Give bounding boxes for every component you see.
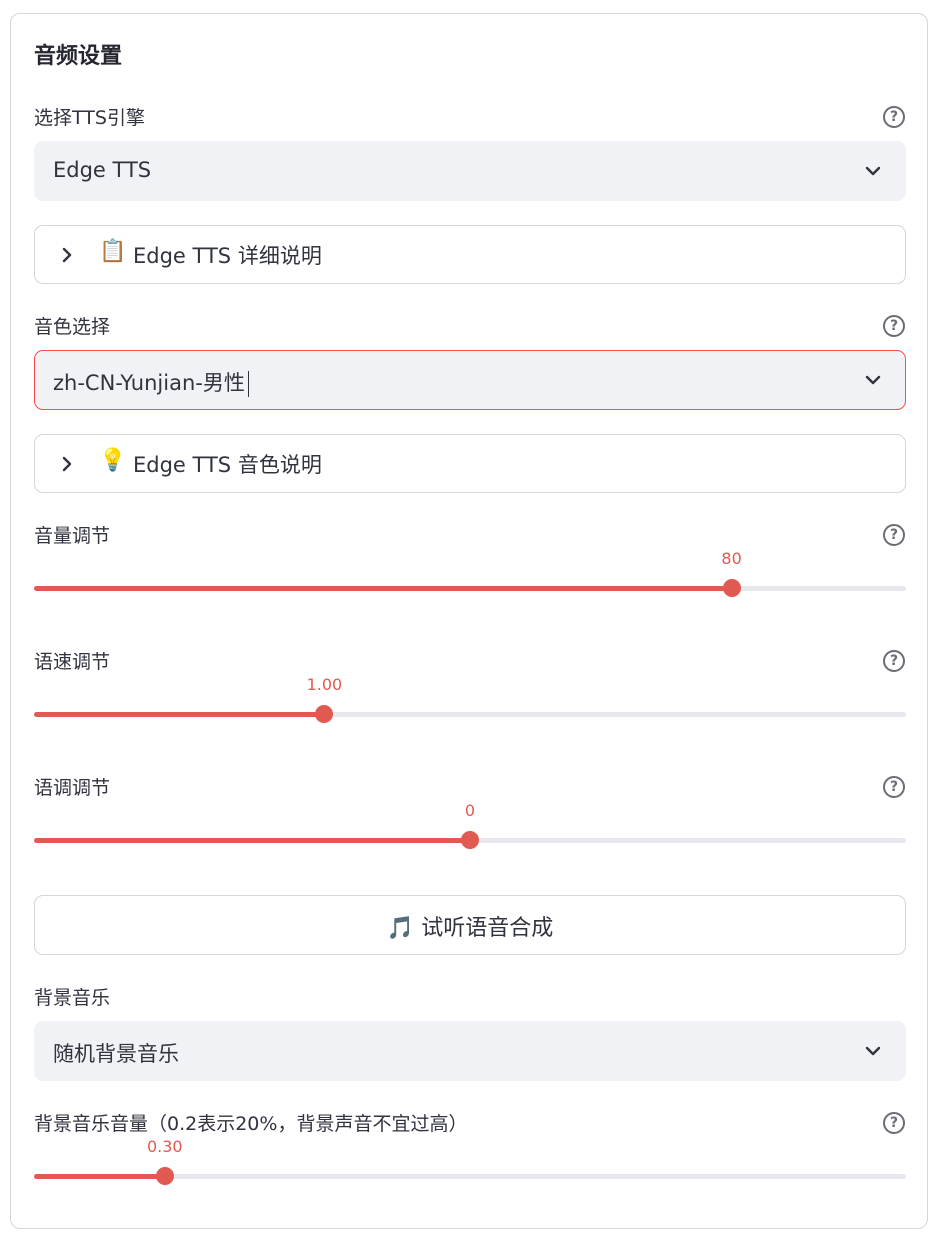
bgm-volume-value: 0.30 xyxy=(146,1137,183,1156)
tts-engine-select[interactable]: Edge TTS xyxy=(34,141,906,201)
volume-slider-thumb[interactable] xyxy=(722,579,741,597)
bgm-volume-label: 背景音乐音量（0.2表示20%，背景声音不宜过高） xyxy=(34,1113,468,1135)
chevron-right-icon xyxy=(62,247,72,263)
chevron-down-icon xyxy=(865,1046,881,1056)
pitch-slider[interactable]: 0 xyxy=(34,801,906,849)
pitch-label: 语调调节 xyxy=(34,777,111,799)
pitch-value: 0 xyxy=(464,801,476,820)
pitch-help-icon[interactable]: ? xyxy=(883,776,905,798)
chevron-down-icon xyxy=(865,166,881,176)
preview-tts-button[interactable]: 🎵 试听语音合成 xyxy=(34,895,906,955)
bgm-volume-slider[interactable]: 0.30 xyxy=(34,1137,906,1185)
text-caret xyxy=(247,371,249,397)
preview-tts-button-label: 试听语音合成 xyxy=(421,916,554,941)
tts-engine-value: Edge TTS xyxy=(53,158,152,182)
speed-help-icon[interactable]: ? xyxy=(883,650,905,672)
speed-label: 语速调节 xyxy=(34,651,111,673)
volume-slider-fill xyxy=(34,586,732,591)
tts-engine-label: 选择TTS引擎 xyxy=(34,107,145,129)
section-title: 音频设置 xyxy=(34,44,123,69)
bgm-volume-slider-fill xyxy=(34,1174,165,1179)
preview-tts-button-content: 🎵 试听语音合成 xyxy=(35,910,905,942)
chevron-down-icon xyxy=(865,375,881,385)
bgm-value: 随机背景音乐 xyxy=(53,1042,179,1066)
bgm-label: 背景音乐 xyxy=(34,987,111,1009)
bgm-volume-help-icon[interactable]: ? xyxy=(883,1112,905,1134)
voice-value: zh-CN-Yunjian-男性 xyxy=(53,371,245,395)
edge-tts-voice-expander[interactable]: 💡 Edge TTS 音色说明 xyxy=(34,434,906,493)
edge-tts-details-label: Edge TTS 详细说明 xyxy=(133,244,322,268)
volume-help-icon[interactable]: ? xyxy=(883,524,905,546)
speed-slider[interactable]: 1.00 xyxy=(34,675,906,723)
clipboard-icon: 📋 xyxy=(99,239,127,264)
edge-tts-voice-label: Edge TTS 音色说明 xyxy=(133,453,322,477)
speed-slider-fill xyxy=(34,712,325,717)
chevron-right-icon xyxy=(62,456,72,472)
tts-engine-help-icon[interactable]: ? xyxy=(883,106,905,128)
voice-help-icon[interactable]: ? xyxy=(883,315,905,337)
bgm-select[interactable]: 随机背景音乐 xyxy=(34,1021,906,1081)
voice-value-wrap: zh-CN-Yunjian-男性 xyxy=(53,367,249,397)
voice-select[interactable]: zh-CN-Yunjian-男性 xyxy=(34,350,906,410)
pitch-slider-thumb[interactable] xyxy=(461,831,479,849)
volume-slider[interactable]: 80 xyxy=(34,549,906,597)
edge-tts-details-expander[interactable]: 📋 Edge TTS 详细说明 xyxy=(34,225,906,284)
music-note-icon: 🎵 xyxy=(386,916,415,941)
bgm-volume-slider-thumb[interactable] xyxy=(155,1167,174,1185)
volume-label: 音量调节 xyxy=(34,525,111,547)
volume-value: 80 xyxy=(721,549,742,568)
speed-value: 1.00 xyxy=(306,675,343,694)
voice-label: 音色选择 xyxy=(34,316,111,338)
lightbulb-icon: 💡 xyxy=(99,448,127,473)
pitch-slider-fill xyxy=(34,838,470,843)
